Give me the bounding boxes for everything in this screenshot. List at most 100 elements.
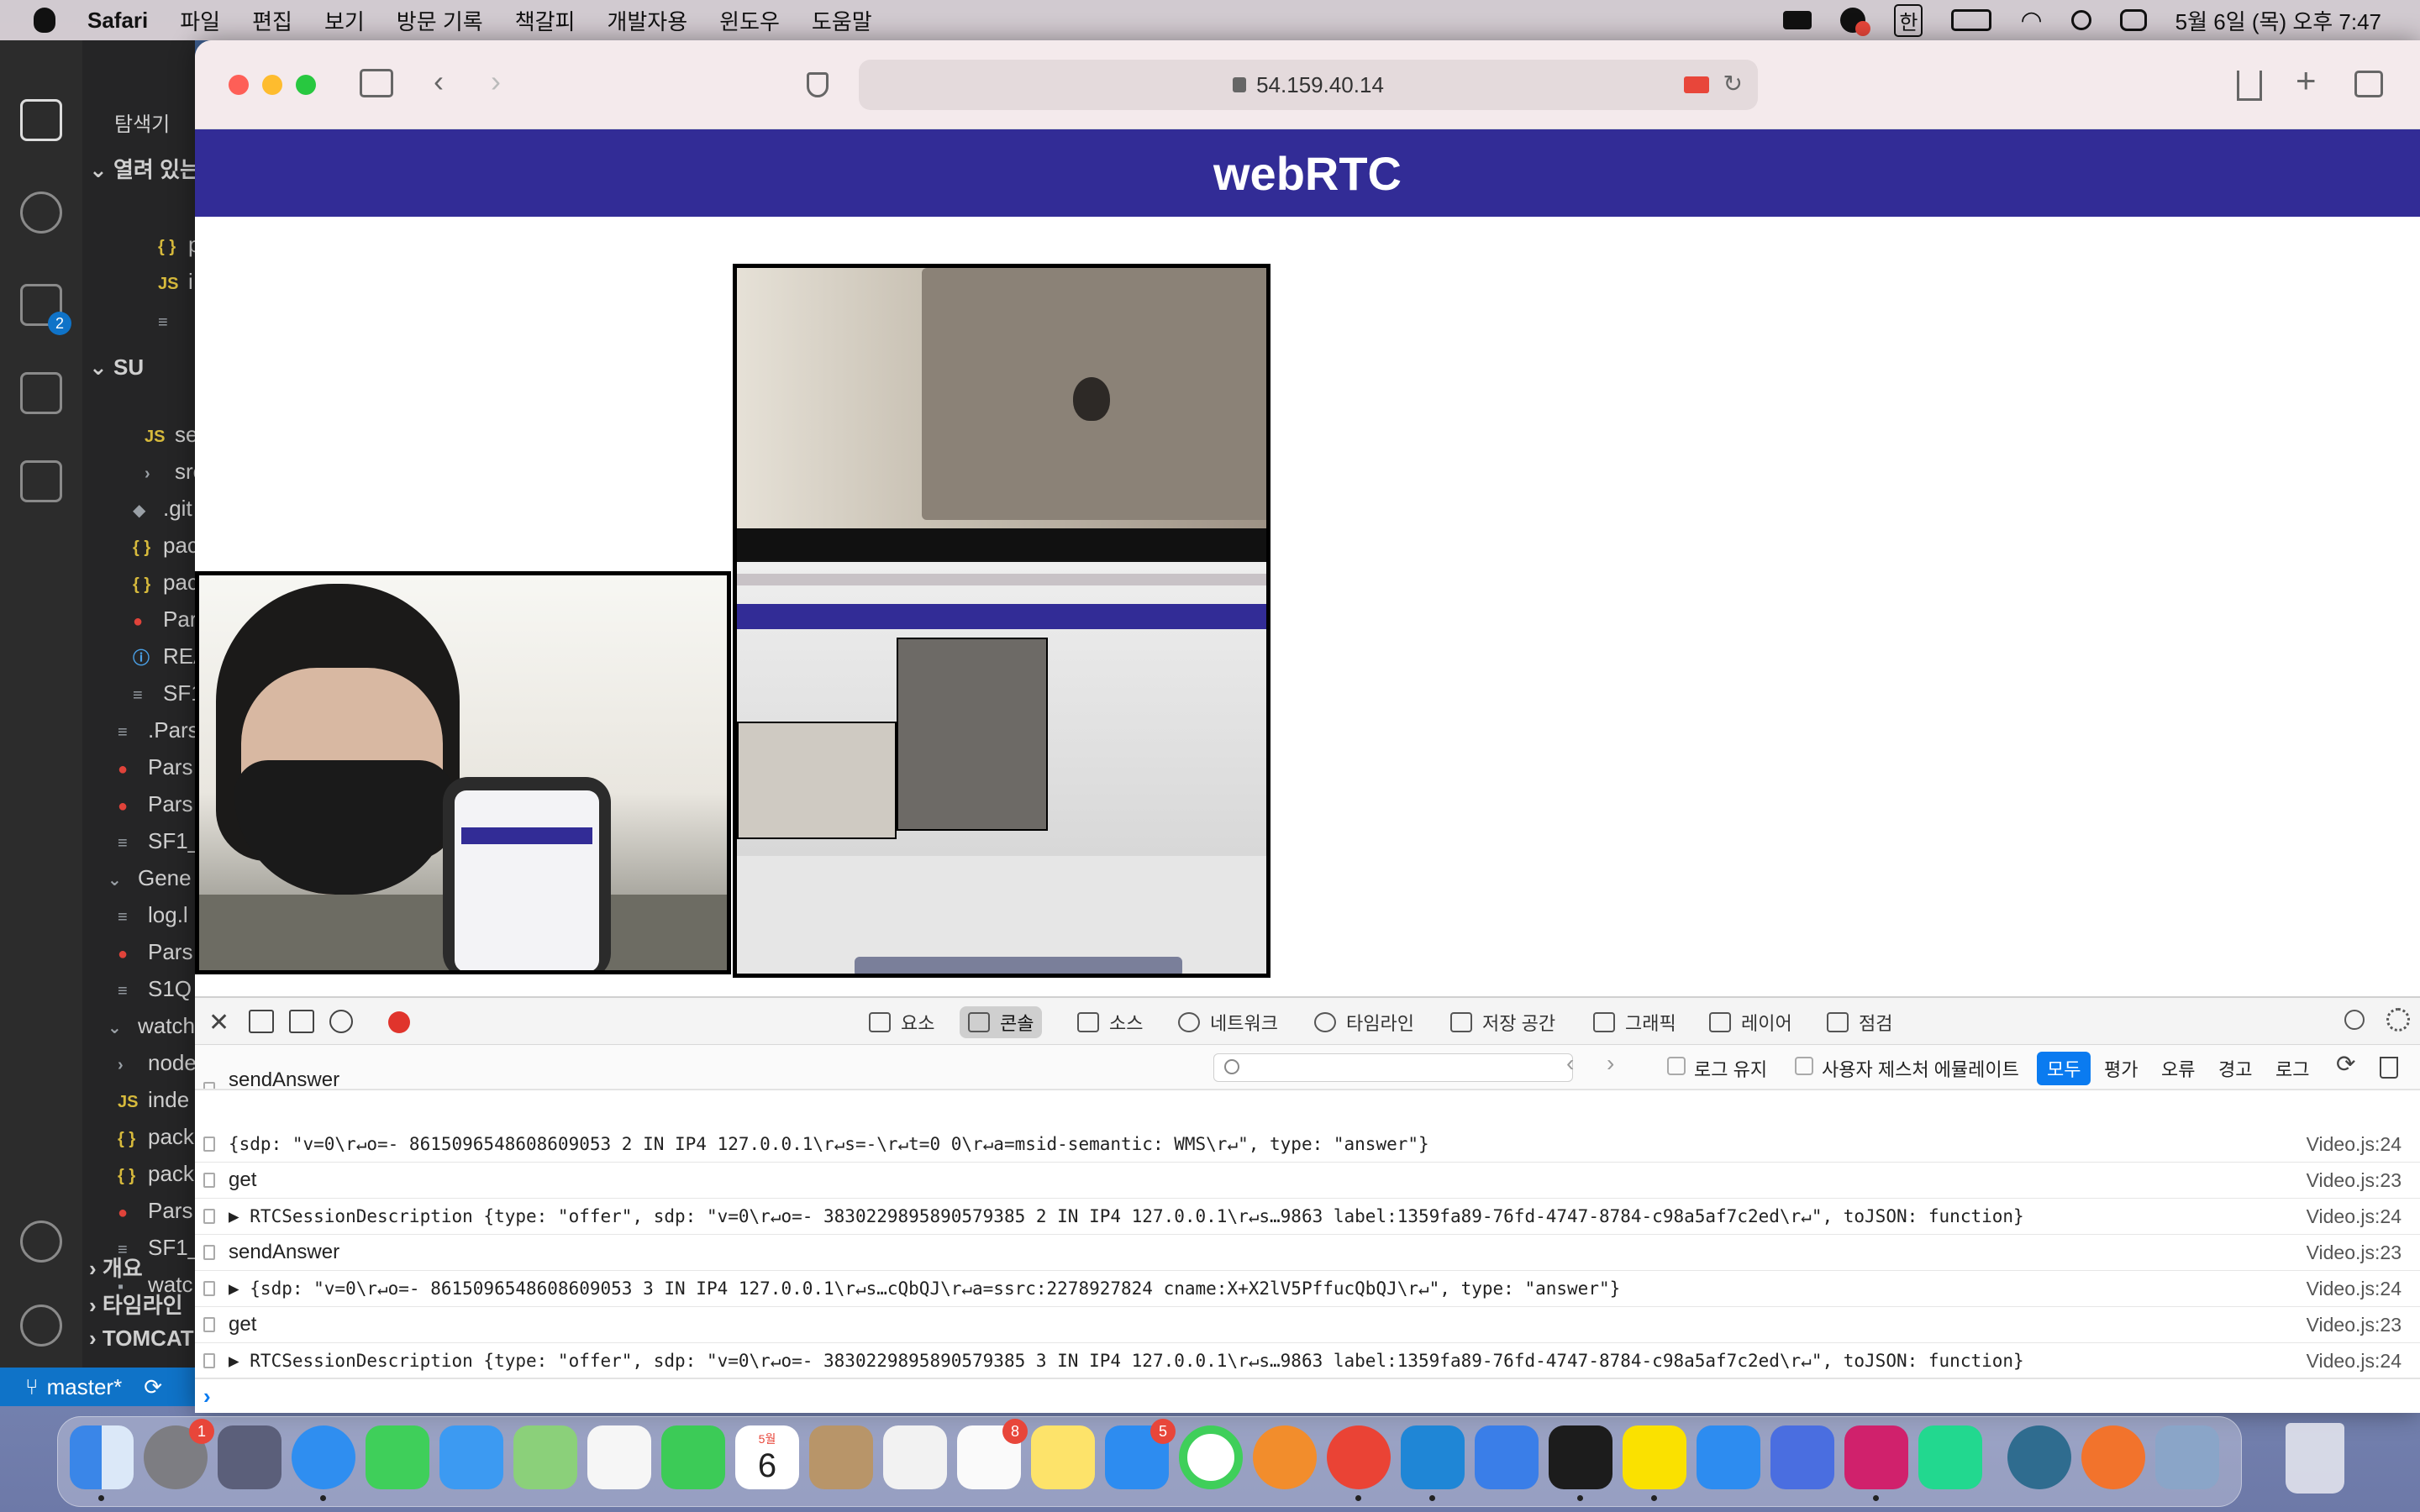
element-picker-icon[interactable] (329, 1010, 353, 1033)
explorer-file-item[interactable]: ≡ log.l (118, 902, 188, 928)
outline-section[interactable]: › 개요 (89, 1252, 143, 1283)
tab-timelines[interactable]: 타임라인 (1306, 1006, 1423, 1038)
launchpad-icon[interactable] (218, 1425, 281, 1489)
tab-layers[interactable]: 레이어 (1701, 1006, 1801, 1038)
vscode-icon[interactable] (1401, 1425, 1465, 1501)
zoom-button[interactable] (296, 75, 316, 95)
explorer-file-item[interactable]: ● Pars (118, 754, 192, 780)
explorer-file-item[interactable]: › src (145, 459, 195, 485)
explorer-file-item[interactable]: ⌄ watch (108, 1013, 195, 1039)
url-text[interactable]: 54.159.40.14 (1256, 72, 1384, 98)
system-preferences-icon[interactable]: 1 (144, 1419, 214, 1489)
maps-icon[interactable] (513, 1425, 577, 1489)
pen-app-icon[interactable] (1770, 1425, 1834, 1489)
explorer-file-item[interactable]: { } pac (133, 533, 195, 559)
input-method-icon[interactable]: 한 (1894, 3, 1923, 37)
error-indicator-icon[interactable] (388, 1011, 410, 1033)
keynote-icon[interactable] (1697, 1425, 1760, 1489)
camera-in-use-icon[interactable] (1684, 76, 1709, 93)
explorer-icon[interactable] (20, 99, 62, 141)
explorer-file-item[interactable]: { } pack (118, 1124, 194, 1150)
search-icon[interactable] (2344, 1010, 2365, 1030)
folder-section[interactable]: ⌄ SU (89, 354, 144, 381)
run-debug-icon[interactable] (20, 372, 62, 414)
apple-menu-icon[interactable] (34, 8, 55, 33)
source-control-icon[interactable]: 2 (20, 284, 71, 335)
menu-file[interactable]: 파일 (180, 5, 220, 36)
new-tab-icon[interactable]: + (2296, 60, 2317, 101)
explorer-file-item[interactable]: ⓘ REA (133, 643, 195, 669)
preview-icon[interactable] (2155, 1425, 2219, 1489)
facetime-icon[interactable] (661, 1425, 725, 1489)
address-bar[interactable]: 54.159.40.14 ↻ (859, 60, 1758, 110)
console-log-row[interactable]: get Video.js:23 (195, 1163, 2420, 1199)
tab-storage[interactable]: 저장 공간 (1442, 1006, 1564, 1038)
trash-icon[interactable] (2286, 1423, 2344, 1494)
dock-side-icon[interactable] (249, 1010, 274, 1033)
log-source-link[interactable]: Video.js:24 (2307, 1205, 2402, 1228)
settings-gear-icon[interactable] (20, 1305, 62, 1347)
intellij-icon[interactable] (1844, 1425, 1908, 1501)
spotlight-icon[interactable] (2070, 10, 2091, 30)
extensions-icon[interactable] (20, 460, 62, 502)
notes-icon[interactable] (1031, 1425, 1095, 1489)
explorer-file-item[interactable]: ≡ SF1 (133, 680, 195, 706)
forward-icon[interactable]: › (491, 64, 501, 99)
explorer-file-item[interactable]: ≡ (158, 307, 188, 333)
explorer-file-item[interactable]: JS inde (118, 1087, 189, 1113)
menu-view[interactable]: 보기 (324, 5, 365, 36)
sidebar-toggle-icon[interactable] (360, 69, 393, 97)
explorer-file-item[interactable]: ● Par (133, 606, 195, 633)
battery-icon[interactable] (1951, 9, 1992, 31)
log-source-link[interactable]: Video.js:23 (2307, 1169, 2402, 1192)
console-prompt[interactable]: › (195, 1378, 2420, 1413)
pycharm-icon[interactable] (1918, 1425, 1982, 1489)
sync-icon[interactable]: ⟳ (144, 1374, 162, 1400)
safari-icon[interactable] (292, 1425, 355, 1501)
tab-elements[interactable]: 요소 (860, 1006, 943, 1038)
settings-gear-icon[interactable] (2386, 1008, 2410, 1032)
terminal-icon[interactable] (1549, 1425, 1612, 1501)
explorer-file-item[interactable]: ● Pars (118, 1198, 192, 1224)
kakaotalk-icon[interactable] (1623, 1425, 1686, 1501)
detach-window-icon[interactable] (289, 1010, 314, 1033)
tab-overview-icon[interactable] (2354, 71, 2383, 97)
close-button[interactable] (229, 75, 249, 95)
finder-icon[interactable] (70, 1425, 134, 1501)
find-my-icon[interactable] (1179, 1425, 1243, 1489)
console-log-row[interactable]: {sdp: "v=0\r↵o=- 8615096548608609053 2 I… (195, 1126, 2420, 1163)
console-log-row[interactable]: sendAnswer Video.js:23 (195, 1235, 2420, 1271)
control-center-icon[interactable] (2119, 9, 2147, 31)
messages-icon[interactable] (366, 1425, 429, 1489)
close-inspector-icon[interactable]: ✕ (208, 1008, 229, 1037)
console-log-row[interactable]: sendAnswer (195, 1072, 2420, 1089)
explorer-file-item[interactable]: ≡ S1Q (118, 976, 192, 1002)
photos-icon[interactable] (587, 1425, 651, 1489)
explorer-file-item[interactable]: JS i (158, 269, 193, 295)
explorer-file-item[interactable]: { } pac (133, 570, 195, 596)
firefox-icon[interactable] (2081, 1425, 2145, 1489)
downloads-stack-icon[interactable] (2007, 1425, 2071, 1489)
notification-icon[interactable] (1840, 8, 1871, 36)
explorer-file-item[interactable]: › node (118, 1050, 195, 1076)
share-icon[interactable] (2237, 71, 2262, 101)
menu-help[interactable]: 도움말 (812, 5, 872, 36)
console-log-row[interactable]: get Video.js:23 (195, 1307, 2420, 1343)
log-source-link[interactable]: Video.js:23 (2307, 1314, 2402, 1336)
reload-icon[interactable]: ↻ (1723, 70, 1743, 97)
explorer-file-item[interactable]: { } pack (118, 1161, 194, 1187)
open-editors-section[interactable]: ⌄ 열려 있는 (89, 153, 195, 184)
timeline-section[interactable]: › 타임라인 (89, 1289, 183, 1320)
back-icon[interactable]: ‹ (434, 64, 444, 99)
app-store-icon[interactable]: 5 (1105, 1419, 1176, 1489)
log-source-link[interactable]: Video.js:24 (2307, 1350, 2402, 1373)
explorer-file-item[interactable]: ≡ SF1_ (118, 828, 195, 854)
branch-name[interactable]: master* (47, 1374, 123, 1400)
menu-edit[interactable]: 편집 (252, 5, 292, 36)
textedit-icon[interactable] (883, 1425, 947, 1489)
menu-window[interactable]: 윈도우 (719, 5, 780, 36)
chrome-icon[interactable] (1327, 1425, 1391, 1501)
tomcat-section[interactable]: › TOMCAT (89, 1326, 194, 1352)
console-log-row[interactable]: ▶ RTCSessionDescription {type: "offer", … (195, 1343, 2420, 1379)
explorer-file-item[interactable]: ◆ .git (133, 496, 192, 522)
